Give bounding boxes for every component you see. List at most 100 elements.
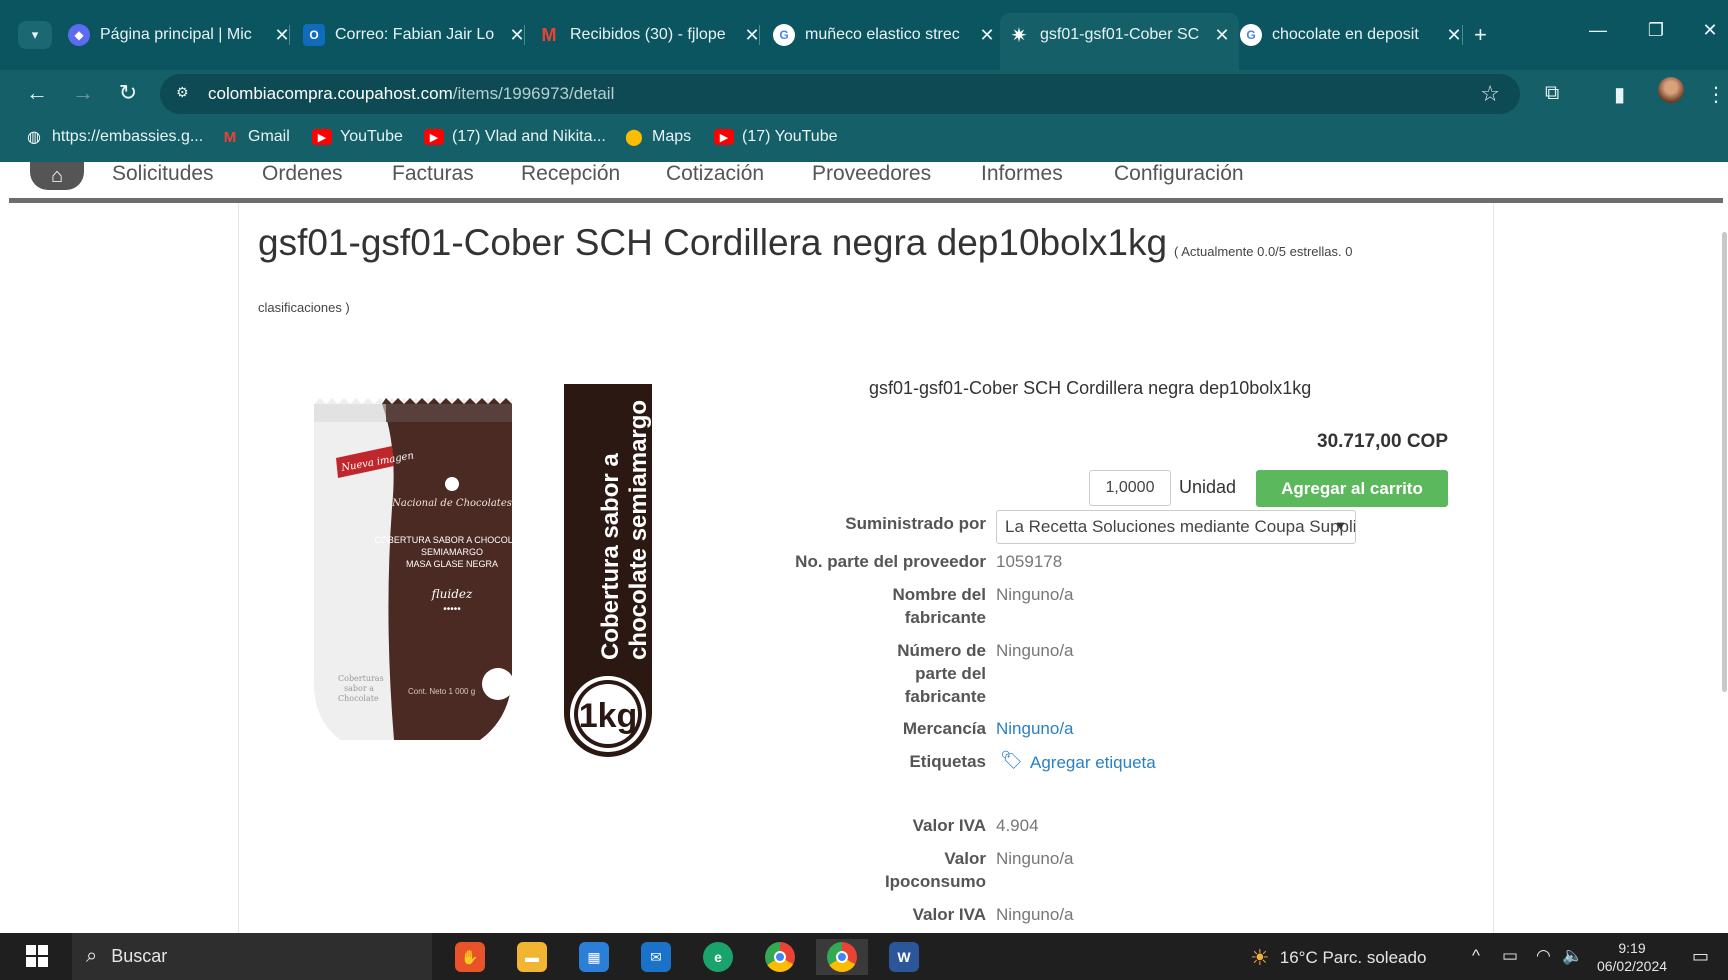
maps-icon: ⬤ [625, 129, 643, 146]
close-icon[interactable]: ✕ [1211, 25, 1233, 46]
bookmark-5[interactable]: ⬤ Maps [624, 128, 691, 146]
bookmark-4[interactable]: ▶ (17) Vlad and Nikita... [424, 128, 606, 146]
nav-ordenes[interactable]: Ordenes [262, 162, 343, 186]
tab-3[interactable]: M Recibidos (30) - fjlope ✕ [538, 13, 763, 57]
iva-label: Valor IVA [912, 816, 986, 835]
iva2-label: Valor IVA [912, 905, 986, 924]
ipoconsumo-value: Ninguno/a [996, 849, 1074, 868]
svg-text:MASA GLASE NEGRA: MASA GLASE NEGRA [406, 559, 498, 569]
nav-proveedores[interactable]: Proveedores [812, 162, 931, 186]
manufacturer-part-value: Ninguno/a [996, 641, 1074, 660]
tab-4[interactable]: G muñeco elastico strec ✕ [773, 13, 998, 57]
globe-icon: ◍ [27, 129, 41, 146]
taskbar-file-explorer[interactable]: ▬ [506, 939, 558, 975]
iva-value: 4.904 [996, 816, 1039, 835]
chevron-up-icon[interactable]: ^ [1472, 946, 1480, 966]
battery-icon[interactable]: ▭ [1502, 946, 1518, 966]
notification-icon[interactable]: ▭ [1692, 946, 1709, 967]
tab-label: Página principal | Mic [100, 26, 252, 43]
svg-text:COBERTURA SABOR A CHOCOLATE: COBERTURA SABOR A CHOCOLATE [374, 535, 529, 545]
product-price: 30.717,00 COP [1317, 431, 1448, 452]
weather-icon: ☀ [1250, 945, 1270, 970]
svg-text:chocolate semiamargo: chocolate semiamargo [625, 400, 652, 660]
nav-solicitudes[interactable]: Solicitudes [112, 162, 214, 186]
minimize-button[interactable]: — [1578, 20, 1618, 41]
bookmarks-bar: ◍ https://embassies.g... M Gmail ▶ YouTu… [0, 118, 1728, 162]
back-button[interactable]: ← [22, 80, 52, 106]
bookmark-star-icon[interactable]: ☆ [1480, 81, 1500, 107]
tags-label: Etiquetas [909, 752, 986, 771]
page-title: gsf01-gsf01-Cober SCH Cordillera negra d… [258, 222, 1168, 263]
nav-configuracion[interactable]: Configuración [1114, 162, 1244, 186]
taskbar-word[interactable]: W [878, 939, 930, 975]
svg-text:1kg: 1kg [579, 697, 638, 735]
svg-text:Coberturas: Coberturas [338, 674, 384, 683]
chrome-icon [765, 942, 795, 972]
tab-1[interactable]: ◆ Página principal | Mic ✕ [68, 13, 293, 57]
reload-button[interactable]: ↻ [113, 80, 143, 106]
page-scrollbar[interactable] [1722, 232, 1727, 692]
taskbar-chrome-profile[interactable] [816, 939, 868, 975]
windows-start-icon[interactable] [26, 945, 48, 967]
wifi-icon[interactable]: ◠ [1536, 946, 1551, 966]
chevron-down-icon: ▼ [1334, 518, 1347, 533]
product-image: Nueva imagen Nacional de Chocolates COBE… [300, 378, 670, 768]
clock[interactable]: 9:19 06/02/2024 [1592, 939, 1672, 975]
url-text: colombiacompra.coupahost.com/items/19969… [208, 84, 615, 103]
bookmark-1[interactable]: ◍ https://embassies.g... [24, 128, 203, 146]
rating-text: ( Actualmente 0.0/5 estrellas. 0 [1174, 244, 1353, 259]
rating-text-cont: clasificaciones ) [258, 300, 350, 315]
bookmark-3[interactable]: ▶ YouTube [312, 128, 403, 146]
tab-5-active[interactable]: ✷ gsf01-gsf01-Cober SC ✕ [1000, 13, 1239, 70]
svg-text:•••••: ••••• [443, 604, 461, 615]
window-close-button[interactable]: ✕ [1690, 20, 1728, 41]
svg-text:fluidez: fluidez [431, 587, 473, 601]
volume-icon[interactable]: 🔈 [1562, 946, 1583, 966]
taskbar-mail[interactable]: ✉ [630, 939, 682, 975]
extensions-icon[interactable]: ⧉ [1545, 82, 1559, 105]
nav-cotizacion[interactable]: Cotización [666, 162, 764, 186]
tab-label: chocolate en deposit [1272, 26, 1419, 43]
gmail-icon: M [223, 128, 237, 146]
tab-2[interactable]: O Correo: Fabian Jair Lo ✕ [303, 13, 528, 57]
home-icon[interactable]: ⌂ [30, 162, 84, 190]
nav-facturas[interactable]: Facturas [392, 162, 474, 186]
tab-label: Recibidos (30) - fjlope [570, 26, 726, 43]
new-tab-button[interactable]: + [1474, 22, 1487, 48]
taskbar-app-1[interactable]: ✋ [444, 939, 496, 975]
nav-recepcion[interactable]: Recepción [521, 162, 620, 186]
quantity-input[interactable]: 1,0000 [1089, 470, 1171, 506]
restore-button[interactable]: ❐ [1636, 20, 1676, 41]
side-panel-icon[interactable]: ▮ [1614, 82, 1625, 107]
word-icon: W [889, 942, 919, 972]
taskbar-edge[interactable]: e [692, 939, 744, 975]
folder-icon: ▬ [517, 942, 547, 972]
bookmark-6[interactable]: ▶ (17) YouTube [714, 128, 837, 146]
add-tag-icon[interactable]: 🏷 [1000, 750, 1024, 772]
supplier-label: Suministrado por [845, 514, 986, 533]
site-settings-icon[interactable]: ⚙ [176, 84, 196, 104]
profile-avatar[interactable] [1658, 77, 1684, 103]
commodity-label: Mercancía [902, 719, 986, 738]
nav-informes[interactable]: Informes [981, 162, 1063, 186]
commodity-link[interactable]: Ninguno/a [996, 717, 1074, 740]
bookmark-2[interactable]: M Gmail [220, 128, 290, 146]
taskbar-store[interactable]: ▦ [568, 939, 620, 975]
taskbar-chrome[interactable] [754, 939, 806, 975]
supplier-select[interactable]: La Recetta Soluciones mediante Coupa Sup… [996, 510, 1356, 544]
close-icon[interactable]: ✕ [976, 25, 998, 46]
svg-text:SEMIAMARGO: SEMIAMARGO [421, 547, 483, 557]
menu-icon[interactable]: ⋮ [1706, 82, 1726, 107]
svg-text:Cont. Neto 1 000 g: Cont. Neto 1 000 g [408, 687, 475, 696]
forward-button[interactable]: → [68, 80, 98, 106]
youtube-icon: ▶ [424, 129, 444, 145]
add-tag-link[interactable]: Agregar etiqueta [1030, 751, 1156, 774]
manufacturer-label: Nombre del fabricante [892, 585, 986, 627]
app-icon: ✋ [455, 942, 485, 972]
taskbar-search[interactable]: ⌕ Buscar [72, 933, 432, 980]
weather-widget[interactable]: ☀ 16°C Parc. soleado [1250, 945, 1426, 971]
url-field[interactable]: ⚙ colombiacompra.coupahost.com/items/199… [160, 74, 1520, 114]
tab-search-button[interactable]: ▾ [18, 21, 52, 49]
add-to-cart-button[interactable]: Agregar al carrito [1256, 470, 1448, 507]
tab-6[interactable]: G chocolate en deposit ✕ [1240, 13, 1465, 57]
